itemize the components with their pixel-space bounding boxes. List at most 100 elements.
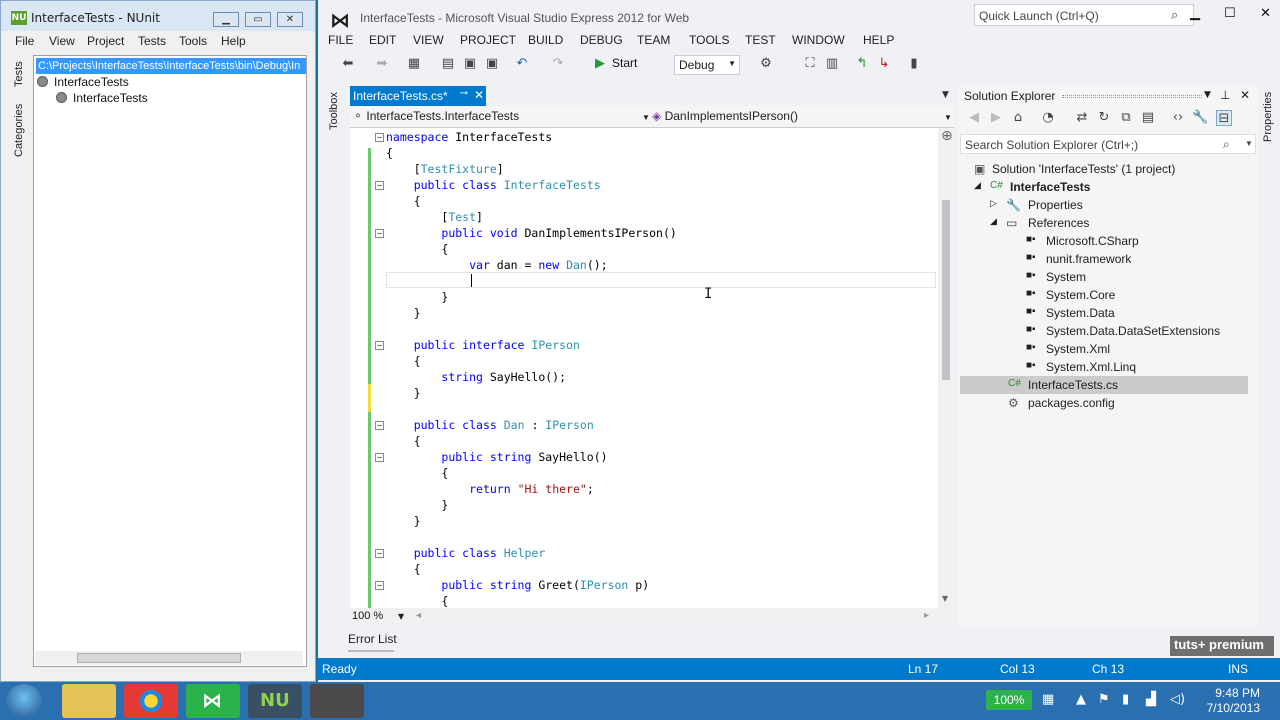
tree-item-reference[interactable]: nunit.framework <box>1046 252 1131 266</box>
menu-window[interactable]: WINDOW <box>792 33 845 47</box>
start-button[interactable]: Start <box>612 56 637 70</box>
back-icon[interactable]: ◀ <box>966 110 982 126</box>
system-clock[interactable]: 9:48 PM 7/10/2013 <box>1196 686 1260 716</box>
tree-item-reference[interactable]: Microsoft.CSharp <box>1046 234 1139 248</box>
quick-launch-input[interactable]: Quick Launch (Ctrl+Q) ⌕ <box>974 4 1194 26</box>
nunit-menu-help[interactable]: Help <box>221 34 246 48</box>
type-combo[interactable]: ⚬ InterfaceTests.InterfaceTests <box>353 109 519 123</box>
member-combo[interactable]: ◈ DanImplementsIPerson() <box>652 109 798 123</box>
tree-item-project[interactable]: InterfaceTests <box>1010 180 1090 194</box>
collapse-icon[interactable]: − <box>375 229 384 238</box>
toolbox-tab[interactable]: Toolbox <box>328 92 340 130</box>
collapse-icon[interactable]: − <box>375 421 384 430</box>
collapse-icon[interactable]: − <box>375 549 384 558</box>
zoom-level[interactable]: 100 % <box>352 610 383 622</box>
network-icon[interactable]: ▟ <box>1146 692 1156 707</box>
pending-changes-filter-icon[interactable]: ◔ <box>1040 110 1056 126</box>
close-icon[interactable]: ✕ <box>1240 88 1250 102</box>
tree-item-references[interactable]: References <box>1028 216 1089 230</box>
flag-icon[interactable]: ⚑ <box>1098 692 1110 707</box>
menu-project[interactable]: PROJECT <box>460 33 516 47</box>
pin-icon[interactable]: ⊥ <box>1220 88 1230 102</box>
start-debugging-icon[interactable]: ▶ <box>592 56 608 72</box>
tree-item-reference[interactable]: System.Core <box>1046 288 1115 302</box>
tree-item-reference[interactable]: System.Xml.Linq <box>1046 360 1136 374</box>
chrome-taskbar-icon[interactable] <box>124 684 178 718</box>
nunit-menu-project[interactable]: Project <box>87 34 124 48</box>
expanded-arrow-icon[interactable]: ◢ <box>990 216 997 227</box>
collapsed-arrow-icon[interactable]: ▷ <box>990 198 997 209</box>
code-editor[interactable]: − − − − − − − − namespace InterfaceTests… <box>350 128 938 608</box>
menu-edit[interactable]: EDIT <box>369 33 396 47</box>
open-file-icon[interactable]: ▤ <box>440 56 456 72</box>
collapse-all-icon[interactable]: ⧉ <box>1118 110 1134 126</box>
tree-item-solution[interactable]: Solution 'InterfaceTests' (1 project) <box>992 162 1175 176</box>
scroll-down-icon[interactable]: ▼ <box>942 594 948 603</box>
menu-debug[interactable]: DEBUG <box>580 33 623 47</box>
sync-icon[interactable]: ⇄ <box>1074 110 1090 126</box>
menu-file[interactable]: FILE <box>328 33 353 47</box>
nunit-tree-root-path[interactable]: C:\Projects\InterfaceTests\InterfaceTest… <box>36 58 306 74</box>
keyboard-icon[interactable]: ▦ <box>1042 692 1054 707</box>
stop-icon[interactable]: ↳ <box>876 56 892 72</box>
close-tab-icon[interactable]: ✕ <box>474 88 484 102</box>
tree-item-reference[interactable]: System.Data.DataSetExtensions <box>1046 324 1220 338</box>
find-icon[interactable]: ⛶ <box>802 56 818 72</box>
close-button[interactable]: ✕ <box>277 12 303 27</box>
scroll-right-icon[interactable]: ▸ <box>924 610 929 621</box>
power-icon[interactable]: ▮ <box>1122 692 1129 707</box>
browser-link-icon[interactable]: ⚙ <box>758 56 774 72</box>
nunit-tab-tests[interactable]: Tests <box>13 61 25 87</box>
minimize-button[interactable]: ▁ <box>213 12 239 27</box>
step-icon[interactable]: ↰ <box>854 56 870 72</box>
redo-icon[interactable]: ↷ <box>550 56 566 72</box>
refresh-icon[interactable]: ↻ <box>1096 110 1112 126</box>
view-code-icon[interactable]: ‹› <box>1170 110 1186 126</box>
tree-item-packages-config[interactable]: packages.config <box>1028 396 1115 410</box>
collapse-icon[interactable]: − <box>375 133 384 142</box>
comment-icon[interactable]: ▥ <box>824 56 840 72</box>
save-all-icon[interactable]: ▣ <box>484 56 500 72</box>
chevron-down-icon[interactable]: ▼ <box>642 113 650 122</box>
home-icon[interactable]: ⌂ <box>1010 110 1026 126</box>
split-icon[interactable]: ⊕ <box>941 128 953 144</box>
tree-item-reference[interactable]: System.Data <box>1046 306 1115 320</box>
chevron-down-icon[interactable]: ▼ <box>398 612 404 621</box>
menu-test[interactable]: TEST <box>745 33 776 47</box>
nunit-menu-file[interactable]: File <box>15 34 34 48</box>
collapse-icon[interactable]: − <box>375 341 384 350</box>
tree-node-fixture[interactable]: InterfaceTests <box>73 91 148 105</box>
maximize-button[interactable]: ▭ <box>245 12 271 27</box>
solution-configuration-select[interactable]: Debug ▼ <box>674 55 740 75</box>
nunit-menu-tests[interactable]: Tests <box>138 34 166 48</box>
error-list-tab[interactable]: Error List <box>348 632 397 646</box>
chevron-down-icon[interactable]: ▼ <box>944 113 952 122</box>
menu-team[interactable]: TEAM <box>637 33 670 47</box>
solution-explorer-search-input[interactable]: Search Solution Explorer (Ctrl+;) ⌕ ▼ <box>960 134 1256 154</box>
show-all-files-icon[interactable]: ▤ <box>1140 110 1156 126</box>
bookmark-icon[interactable]: ▮ <box>906 56 922 72</box>
menu-build[interactable]: BUILD <box>528 33 563 47</box>
nunit-taskbar-icon[interactable]: NU <box>248 684 302 718</box>
collapse-icon[interactable]: − <box>375 581 384 590</box>
save-icon[interactable]: ▣ <box>462 56 478 72</box>
tree-item-reference[interactable]: System.Xml <box>1046 342 1110 356</box>
forward-icon[interactable]: ▶ <box>988 110 1004 126</box>
editor-vertical-scrollbar[interactable]: ⊕ ▼ <box>938 128 954 608</box>
chevron-down-icon[interactable]: ▼ <box>1204 90 1211 100</box>
tree-item-cs-file[interactable]: InterfaceTests.cs <box>1028 378 1118 392</box>
undo-icon[interactable]: ↶ <box>514 56 530 72</box>
navigate-back-icon[interactable]: ⬅ <box>340 56 356 72</box>
preview-icon[interactable]: ⊟ <box>1216 110 1232 126</box>
tree-node-namespace[interactable]: InterfaceTests <box>54 75 129 89</box>
show-hidden-icons-icon[interactable]: ▲ <box>1076 692 1086 707</box>
menu-help[interactable]: HELP <box>863 33 894 47</box>
scrollbar-thumb[interactable] <box>77 653 241 663</box>
nunit-menu-tools[interactable]: Tools <box>179 34 207 48</box>
battery-indicator[interactable]: 100% <box>986 690 1032 710</box>
scrollbar-thumb[interactable] <box>942 200 950 380</box>
close-button[interactable]: ✕ <box>1260 6 1271 21</box>
nunit-menu-view[interactable]: View <box>49 34 75 48</box>
start-button[interactable] <box>6 684 42 718</box>
document-tab[interactable]: InterfaceTests.cs* ⊸ ✕ <box>350 86 486 106</box>
